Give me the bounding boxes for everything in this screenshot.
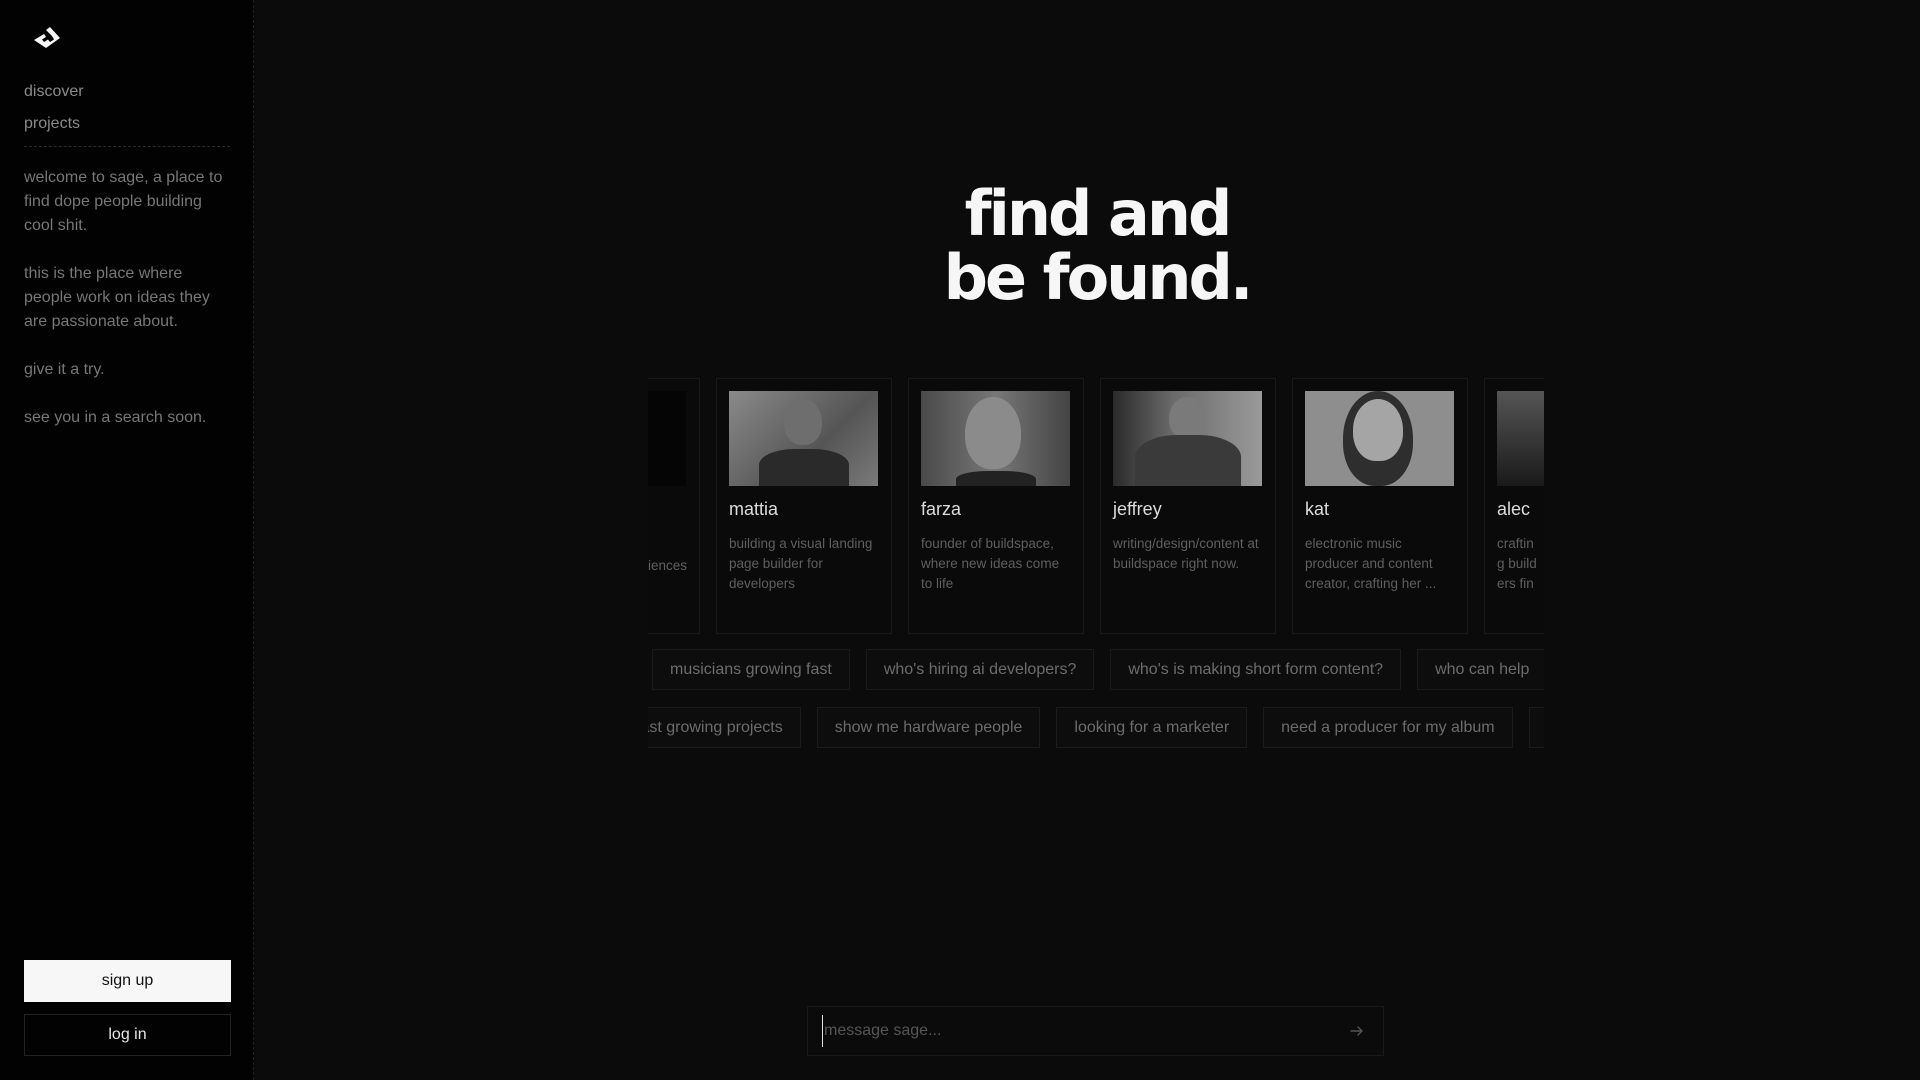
profile-name: farza — [921, 499, 962, 519]
suggestion-chip[interactable]: fast growing projects — [648, 707, 801, 748]
chip-track: fast growing projects show me hardware p… — [648, 707, 1544, 748]
message-input[interactable] — [822, 1015, 1322, 1047]
profile-description: writing/design/content at buildspace rig… — [1113, 536, 1259, 571]
nav-discover[interactable]: discover — [24, 80, 230, 112]
profile-description: crafting builders fine-tuning — [1497, 536, 1537, 591]
profile-card[interactable]: alec crafting builders fine-tuning — [1484, 378, 1544, 634]
hero-line-2: be found. — [943, 241, 1254, 314]
profile-name: jeffrey — [1113, 499, 1162, 519]
suggestion-chip[interactable]: who can help — [1417, 649, 1544, 690]
profile-name: alec — [1497, 499, 1531, 519]
suggestion-row-2: fast growing projects show me hardware p… — [648, 707, 1544, 749]
suggestion-chip[interactable]: need a producer for my album — [1263, 707, 1513, 748]
sign-up-button[interactable]: sign up — [24, 960, 231, 1002]
sage-logo-icon[interactable] — [30, 24, 62, 52]
intro-paragraph: see you in a search soon. — [24, 409, 207, 426]
intro-paragraph: welcome to sage, a place to find dope pe… — [24, 169, 223, 234]
profile-photo — [648, 391, 686, 486]
hero-line-1: find and — [964, 177, 1233, 250]
nav-divider — [24, 146, 230, 147]
profile-description: founder of buildspace, where new ideas c… — [921, 536, 1060, 591]
profile-photo — [1113, 391, 1262, 486]
suggestion-chip[interactable]: show me hardware people — [816, 707, 1041, 748]
message-composer — [807, 1006, 1384, 1056]
suggestion-chip[interactable]: who's hiring ai developers? — [865, 649, 1095, 690]
profile-description: experiences — [648, 558, 687, 573]
suggestion-chip[interactable]: who's is making short form content? — [1110, 649, 1402, 690]
arrow-right-icon[interactable] — [1347, 1021, 1367, 1041]
profile-photo — [1305, 391, 1454, 486]
profile-photo — [729, 391, 878, 486]
log-in-button[interactable]: log in — [24, 1014, 231, 1056]
suggestion-chip[interactable] — [1528, 707, 1544, 748]
profile-photo — [921, 391, 1070, 486]
intro-paragraph: give it a try. — [24, 361, 105, 378]
profile-description: electronic music producer and content cr… — [1305, 536, 1437, 591]
profile-description: building a visual landing page builder f… — [729, 536, 873, 591]
profile-card[interactable]: jeffrey writing/design/content at builds… — [1100, 378, 1276, 634]
sidebar-nav: discover projects — [24, 80, 230, 147]
intro-paragraph: this is the place where people work on i… — [24, 265, 210, 330]
sidebar: discover projects welcome to sage, a pla… — [0, 0, 254, 1080]
profile-card[interactable]: experiences — [648, 378, 700, 634]
intro-text: welcome to sage, a place to find dope pe… — [24, 166, 224, 454]
nav-projects[interactable]: projects — [24, 112, 230, 144]
profile-card[interactable]: farza founder of buildspace, where new i… — [908, 378, 1084, 634]
profile-name: kat — [1305, 499, 1330, 519]
profile-card[interactable]: kat electronic music producer and conten… — [1292, 378, 1468, 634]
profile-carousel[interactable]: experiences mattia building a visual lan… — [648, 378, 1544, 634]
profile-photo — [1497, 391, 1544, 486]
suggestion-chip[interactable]: musicians growing fast — [652, 649, 850, 690]
profile-card[interactable]: mattia building a visual landing page bu… — [716, 378, 892, 634]
suggestion-chip[interactable]: looking for a marketer — [1056, 707, 1248, 748]
suggestion-row-1: musicians growing fast who's hiring ai d… — [648, 649, 1544, 691]
card-track: experiences mattia building a visual lan… — [648, 378, 1544, 634]
hero-headline: find and be found. — [900, 182, 1294, 310]
chip-track: musicians growing fast who's hiring ai d… — [652, 649, 1544, 690]
profile-name: mattia — [729, 499, 779, 519]
